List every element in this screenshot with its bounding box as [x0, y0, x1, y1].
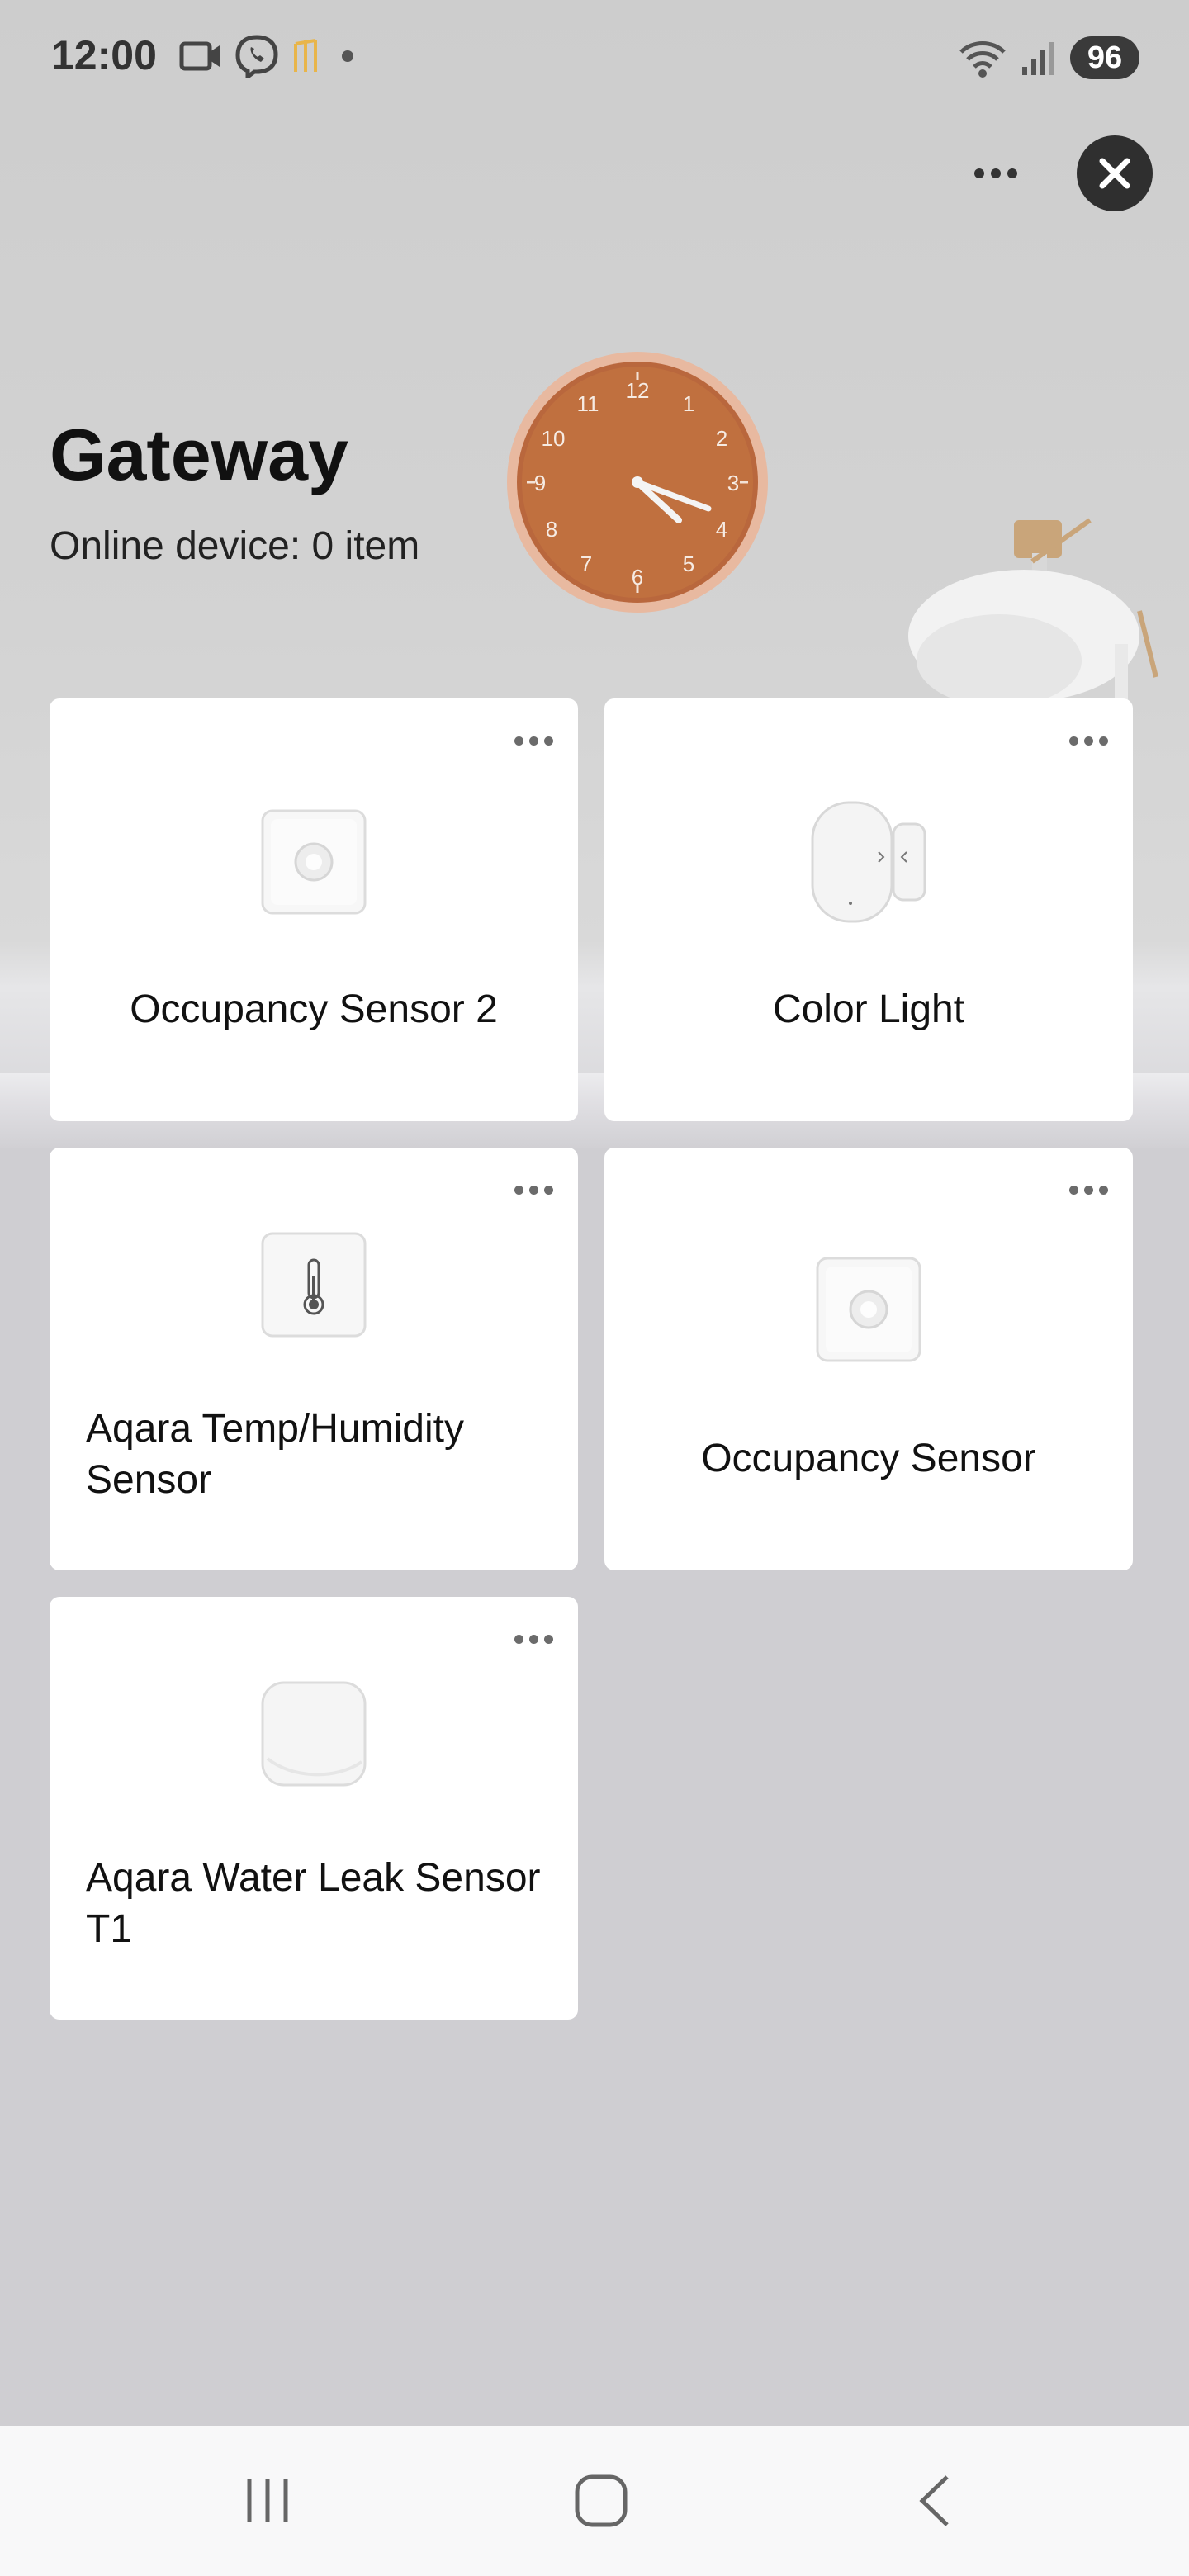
viber-icon: [235, 35, 278, 78]
status-icons-right: 96: [958, 33, 1139, 83]
dot-icon: [342, 50, 353, 62]
dot-icon: [1099, 736, 1108, 746]
dot-icon: [514, 1635, 523, 1644]
dot-icon: [1069, 736, 1078, 746]
close-icon: [1099, 158, 1130, 189]
home-icon: [575, 2474, 628, 2527]
recent-apps-icon: [247, 2479, 288, 2522]
close-button[interactable]: [1077, 135, 1153, 211]
device-card[interactable]: Occupancy Sensor 2: [50, 698, 578, 1121]
device-card[interactable]: Color Light: [604, 698, 1133, 1121]
device-more-button[interactable]: [1069, 736, 1108, 746]
device-name: Occupancy Sensor: [701, 1437, 1036, 1480]
device-card[interactable]: Aqara Water Leak Sensor T1: [50, 1597, 578, 2020]
status-icons-left: [178, 31, 360, 81]
video-call-icon: [179, 41, 220, 71]
dot-icon: [514, 736, 523, 746]
device-more-button[interactable]: [514, 1186, 553, 1195]
dot-icon: [1084, 1186, 1093, 1195]
dot-icon: [544, 736, 553, 746]
svg-text:4: 4: [716, 517, 727, 542]
occupancy-sensor-icon: [261, 809, 367, 915]
svg-text:3: 3: [727, 471, 739, 495]
svg-text:2: 2: [716, 426, 727, 451]
dot-icon: [514, 1186, 523, 1195]
svg-text:5: 5: [683, 552, 694, 576]
top-actions: [974, 135, 1153, 211]
svg-text:6: 6: [632, 565, 643, 590]
device-more-button[interactable]: [514, 1635, 553, 1644]
status-bar: 12:00 96: [0, 0, 1189, 112]
occupancy-sensor-icon: [816, 1257, 921, 1362]
page-title: Gateway: [50, 414, 348, 495]
door-sensor-icon: [811, 801, 926, 923]
dot-icon: [529, 1635, 538, 1644]
wall-clock-image: 12 1 2 3 4 5 6 7 8 9 10 11: [507, 352, 768, 613]
dot-icon: [1007, 168, 1017, 178]
status-time: 12:00: [51, 32, 157, 78]
online-device-count: Online device: 0 item: [50, 524, 420, 568]
svg-text:1: 1: [683, 391, 694, 416]
dot-icon: [1069, 1186, 1078, 1195]
navigation-bar: [0, 2426, 1189, 2576]
app-notification-icon: [294, 39, 317, 72]
device-more-button[interactable]: [1069, 1186, 1108, 1195]
device-card[interactable]: Aqara Temp/Humidity Sensor: [50, 1148, 578, 1570]
more-options-button[interactable]: [974, 136, 1017, 211]
device-card[interactable]: Occupancy Sensor: [604, 1148, 1133, 1570]
device-name: Aqara Water Leak Sensor T1: [86, 1856, 541, 1951]
recent-apps-button[interactable]: [168, 2426, 367, 2576]
back-icon: [919, 2475, 949, 2526]
device-name: Occupancy Sensor 2: [130, 987, 498, 1031]
dot-icon: [974, 168, 984, 178]
svg-text:12: 12: [626, 378, 650, 403]
thermometer-icon: [261, 1232, 367, 1338]
dot-icon: [544, 1186, 553, 1195]
svg-text:11: 11: [577, 391, 599, 416]
dot-icon: [1099, 1186, 1108, 1195]
dot-icon: [529, 736, 538, 746]
svg-text:7: 7: [580, 552, 592, 576]
home-button[interactable]: [502, 2426, 700, 2576]
svg-text:10: 10: [542, 426, 566, 451]
dot-icon: [991, 168, 1001, 178]
svg-text:8: 8: [546, 517, 557, 542]
water-leak-sensor-icon: [261, 1681, 367, 1787]
svg-text:9: 9: [534, 471, 546, 495]
back-button[interactable]: [836, 2426, 1034, 2576]
device-name: Color Light: [772, 987, 965, 1031]
wifi-icon: [959, 41, 1006, 78]
signal-icon: [1022, 42, 1054, 75]
dot-icon: [529, 1186, 538, 1195]
dot-icon: [1084, 736, 1093, 746]
device-name: Aqara Temp/Humidity Sensor: [86, 1407, 464, 1502]
dot-icon: [544, 1635, 553, 1644]
battery-indicator: 96: [1070, 36, 1139, 79]
device-more-button[interactable]: [514, 736, 553, 746]
